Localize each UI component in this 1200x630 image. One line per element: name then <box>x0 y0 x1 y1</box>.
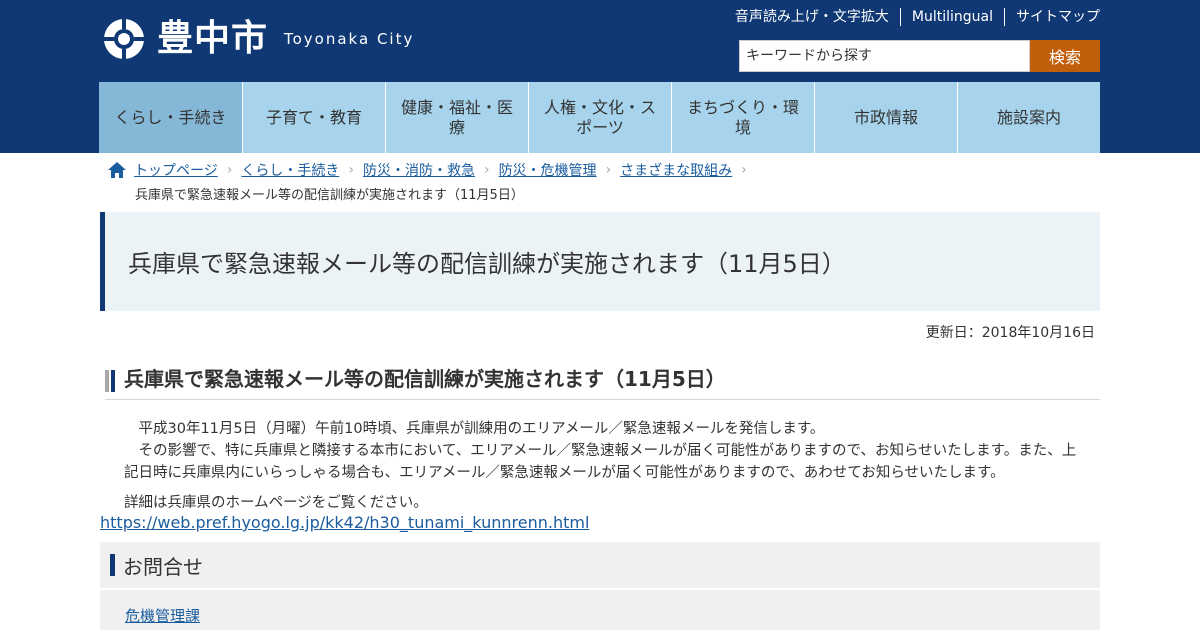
updated-date: 更新日：2018年10月16日 <box>925 325 1095 341</box>
page-title-box: 兵庫県で緊急速報メール等の配信訓練が実施されます（11月5日） <box>100 212 1100 311</box>
chevron-right-icon: › <box>483 162 490 178</box>
chevron-right-icon: › <box>226 162 233 178</box>
breadcrumb-link-initiatives[interactable]: さまざまな取組み <box>620 160 732 180</box>
article-body: 平成30年11月5日（月曜）午前10時頃、兵庫県が訓練用のエリアメール／緊急速報… <box>124 418 1086 514</box>
heading-accent-bar <box>105 370 109 392</box>
external-link-hyogo[interactable]: https://web.pref.hyogo.lg.jp/kk42/h30_tu… <box>100 513 589 532</box>
breadcrumb: トップページ › くらし・手続き › 防災・消防・救急 › 防災・危機管理 › … <box>108 160 1108 203</box>
chevron-right-icon: › <box>348 162 354 178</box>
site-header: 豊中市 Toyonaka City 音声読み上げ・文字拡大 Multilingu… <box>0 0 1200 82</box>
util-link-sitemap[interactable]: サイトマップ <box>1004 8 1100 26</box>
utility-links: 音声読み上げ・文字拡大 Multilingual サイトマップ <box>735 8 1100 26</box>
heading-accent-bar <box>110 554 115 576</box>
site-logo[interactable]: 豊中市 Toyonaka City <box>103 17 414 61</box>
breadcrumb-link-top[interactable]: トップページ <box>134 160 218 180</box>
home-icon <box>108 162 126 178</box>
nav-item-culture[interactable]: 人権・文化・スポーツ <box>528 82 671 153</box>
util-link-multilingual[interactable]: Multilingual <box>899 8 1004 26</box>
nav-item-health[interactable]: 健康・福祉・医療 <box>385 82 528 153</box>
section-heading-text: 兵庫県で緊急速報メール等の配信訓練が実施されます（11月5日） <box>124 367 726 391</box>
city-name-en: Toyonaka City <box>284 30 415 48</box>
contact-section: お問合せ 危機管理課 <box>100 542 1100 630</box>
nav-item-townplanning[interactable]: まちづくり・環境 <box>671 82 814 153</box>
heading-accent-bar <box>111 370 115 392</box>
chevron-right-icon: › <box>741 162 747 178</box>
nav-item-cityinfo[interactable]: 市政情報 <box>814 82 957 153</box>
breadcrumb-link-living[interactable]: くらし・手続き <box>241 160 339 180</box>
nav-item-childcare[interactable]: 子育て・教育 <box>242 82 385 153</box>
nav-item-facilities[interactable]: 施設案内 <box>957 82 1100 153</box>
util-link-audio[interactable]: 音声読み上げ・文字拡大 <box>735 8 900 26</box>
paragraph: 詳細は兵庫県のホームページをご覧ください。 <box>124 495 428 511</box>
breadcrumb-current: 兵庫県で緊急速報メール等の配信訓練が実施されます（11月5日） <box>135 188 524 203</box>
breadcrumb-link-crisis[interactable]: 防災・危機管理 <box>499 160 597 180</box>
paragraph: その影響で、特に兵庫県と隣接する本市において、エリアメール／緊急速報メールが届く… <box>124 443 1077 481</box>
page-title: 兵庫県で緊急速報メール等の配信訓練が実施されます（11月5日） <box>128 250 846 278</box>
contact-heading-text: お問合せ <box>123 554 203 579</box>
site-search: 検索 <box>739 40 1100 72</box>
section-heading: 兵庫県で緊急速報メール等の配信訓練が実施されます（11月5日） <box>105 367 1100 400</box>
contact-department-link[interactable]: 危機管理課 <box>125 605 200 626</box>
paragraph: 平成30年11月5日（月曜）午前10時頃、兵庫県が訓練用のエリアメール／緊急速報… <box>138 421 825 437</box>
global-nav: くらし・手続き 子育て・教育 健康・福祉・医療 人権・文化・スポーツ まちづくり… <box>99 82 1101 153</box>
search-input[interactable] <box>739 40 1030 72</box>
chevron-right-icon: › <box>605 162 612 178</box>
search-button[interactable]: 検索 <box>1030 40 1100 72</box>
nav-item-living[interactable]: くらし・手続き <box>99 82 242 153</box>
contact-heading: お問合せ <box>100 542 1100 590</box>
city-name: 豊中市 <box>157 18 269 59</box>
breadcrumb-link-disaster[interactable]: 防災・消防・救急 <box>363 160 475 180</box>
city-emblem-icon <box>104 19 144 59</box>
